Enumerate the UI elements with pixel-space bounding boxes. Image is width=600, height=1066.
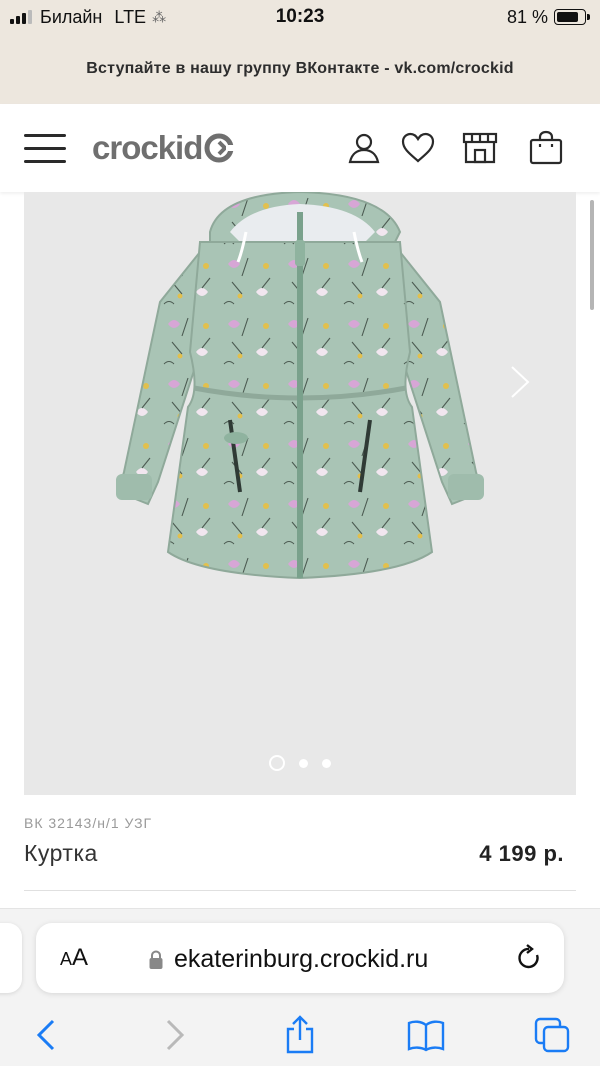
previous-tab-card[interactable]	[0, 923, 22, 993]
site-logo[interactable]: crockid	[92, 128, 235, 168]
product-price: 4 199 р.	[479, 841, 564, 866]
reload-icon[interactable]	[514, 943, 544, 973]
menu-icon[interactable]	[24, 132, 66, 164]
user-icon[interactable]	[344, 128, 384, 168]
browser-toolbar	[0, 1009, 600, 1059]
address-bar[interactable]: AA ekaterinburg.crockid.ru	[36, 923, 564, 993]
product-title: Куртка	[24, 840, 98, 866]
site-header: crockid	[0, 104, 600, 192]
store-icon[interactable]	[460, 128, 500, 168]
url-text: ekaterinburg.crockid.ru	[174, 945, 429, 973]
logo-text: crockid	[92, 129, 203, 166]
product-sku: ВК 32143/н/1 УЗГ	[24, 815, 153, 831]
lock-icon	[149, 949, 163, 969]
battery-icon	[554, 9, 590, 25]
text-size-button[interactable]: AA	[60, 944, 88, 972]
next-slide-arrow-icon[interactable]	[508, 364, 532, 400]
product-gallery[interactable]	[24, 192, 576, 795]
bookmarks-icon[interactable]	[404, 1015, 448, 1055]
battery-percentage: 81 %	[506, 7, 548, 27]
browser-bottom-bar: AA ekaterinburg.crockid.ru	[0, 908, 600, 1066]
network-activity-icon: ⁂	[152, 8, 167, 25]
product-image-jacket	[116, 192, 484, 580]
status-bar: Билайн LTE ⁂ 10:23 81 %	[0, 0, 600, 34]
share-icon[interactable]	[278, 1015, 322, 1055]
gallery-dot[interactable]	[269, 755, 285, 771]
shopping-bag-icon[interactable]	[526, 128, 566, 168]
gallery-dot[interactable]	[299, 758, 308, 768]
gallery-pagination	[24, 755, 576, 771]
logo-mark-icon	[204, 133, 235, 163]
tabs-icon[interactable]	[530, 1015, 574, 1055]
vk-promo-banner[interactable]: Вступайте в нашу группу ВКонтакте - vk.c…	[0, 34, 600, 104]
promo-text: Вступайте в нашу группу ВКонтакте - vk.c…	[86, 60, 514, 77]
heart-icon[interactable]	[398, 128, 438, 168]
gallery-dot[interactable]	[322, 758, 331, 768]
signal-strength-icon	[10, 10, 32, 24]
network-type: LTE	[114, 6, 147, 27]
forward-icon[interactable]	[153, 1015, 197, 1055]
page-scrollbar[interactable]	[590, 200, 594, 310]
divider	[24, 890, 576, 891]
back-icon[interactable]	[24, 1015, 68, 1055]
carrier-name: Билайн	[40, 6, 103, 27]
